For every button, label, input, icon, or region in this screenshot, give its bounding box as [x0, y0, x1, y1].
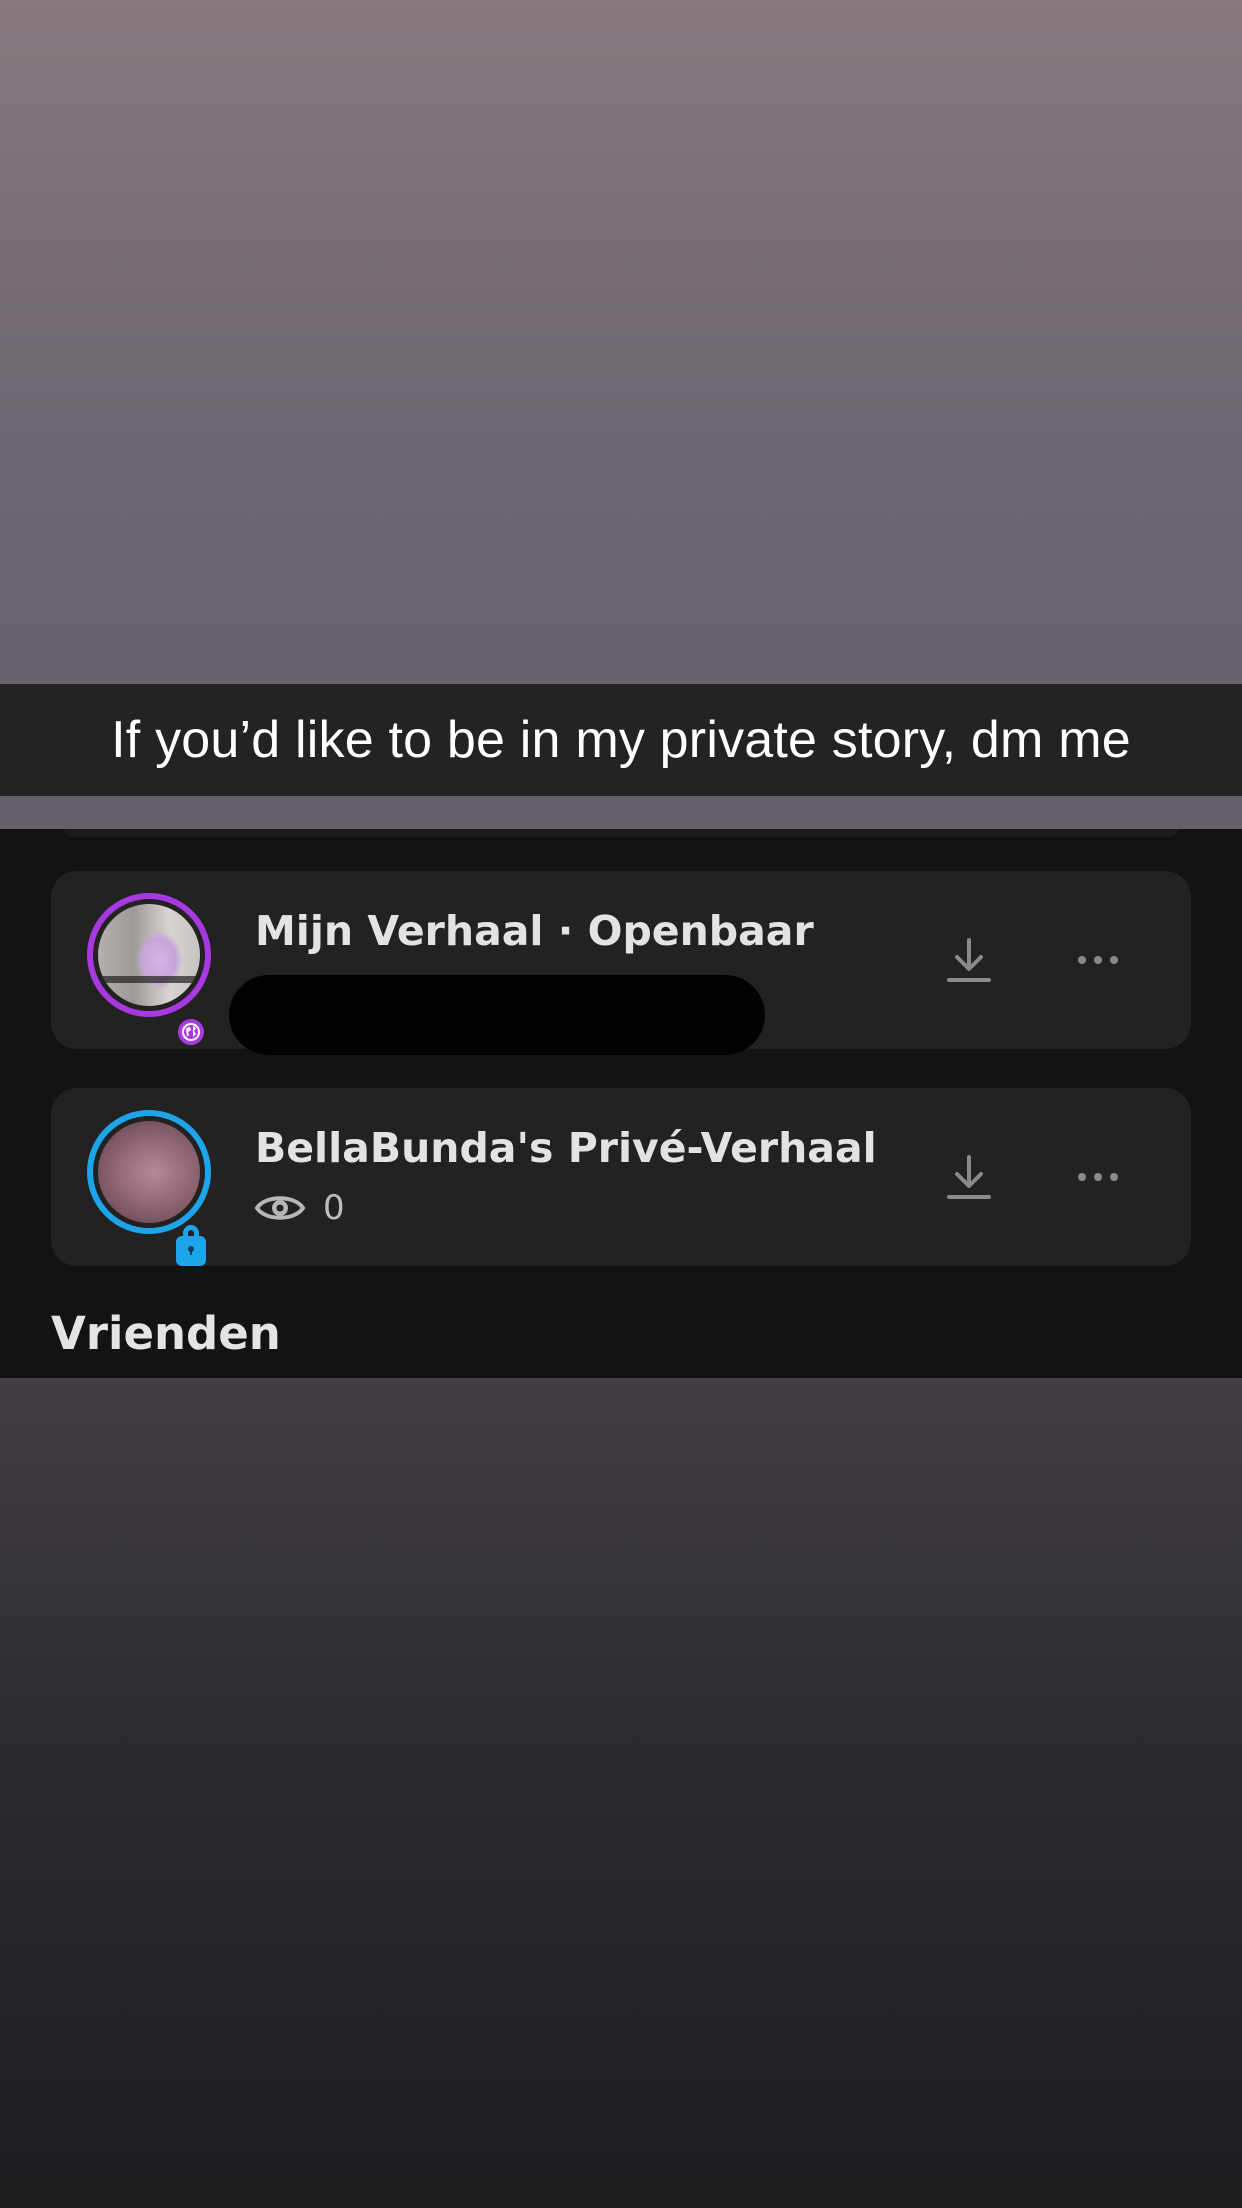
story-caption-bar: If you’d like to be in my private story,… [0, 684, 1242, 796]
story-card-public[interactable]: Mijn Verhaal · Openbaar [51, 871, 1191, 1055]
lock-shackle [183, 1225, 199, 1241]
story-card-private[interactable]: BellaBunda's Privé-Verhaal 0 [51, 1088, 1191, 1266]
download-icon [947, 938, 991, 982]
story-title: Mijn Verhaal · Openbaar [255, 907, 814, 955]
panel-edge [64, 829, 1178, 837]
views-row: 0 [255, 1186, 345, 1230]
my-stories-panel: Mijn Verhaal · Openbaar BellaBunda's Pri… [0, 829, 1242, 1378]
friends-section-heading: Vrienden [51, 1307, 281, 1360]
more-options-button[interactable] [1066, 928, 1130, 992]
story-thumbnail [98, 1121, 200, 1223]
thumbnail-caption-strip [98, 976, 200, 983]
views-count: 0 [323, 1188, 345, 1228]
more-options-icon [1078, 1173, 1118, 1181]
redacted-subtitle [229, 975, 765, 1055]
story-thumbnail [98, 904, 200, 1006]
more-options-button[interactable] [1066, 1145, 1130, 1209]
story-caption-text: If you’d like to be in my private story,… [111, 711, 1131, 769]
story-avatar-public[interactable] [87, 893, 211, 1049]
more-options-icon [1078, 956, 1118, 964]
story-avatar-private[interactable] [87, 1110, 211, 1266]
story-title: BellaBunda's Privé-Verhaal [255, 1124, 877, 1172]
globe-icon [174, 1015, 208, 1049]
download-button[interactable] [937, 1145, 1001, 1209]
download-button[interactable] [937, 928, 1001, 992]
eye-icon [255, 1196, 305, 1220]
lock-icon [176, 1225, 206, 1266]
download-icon [947, 1155, 991, 1199]
